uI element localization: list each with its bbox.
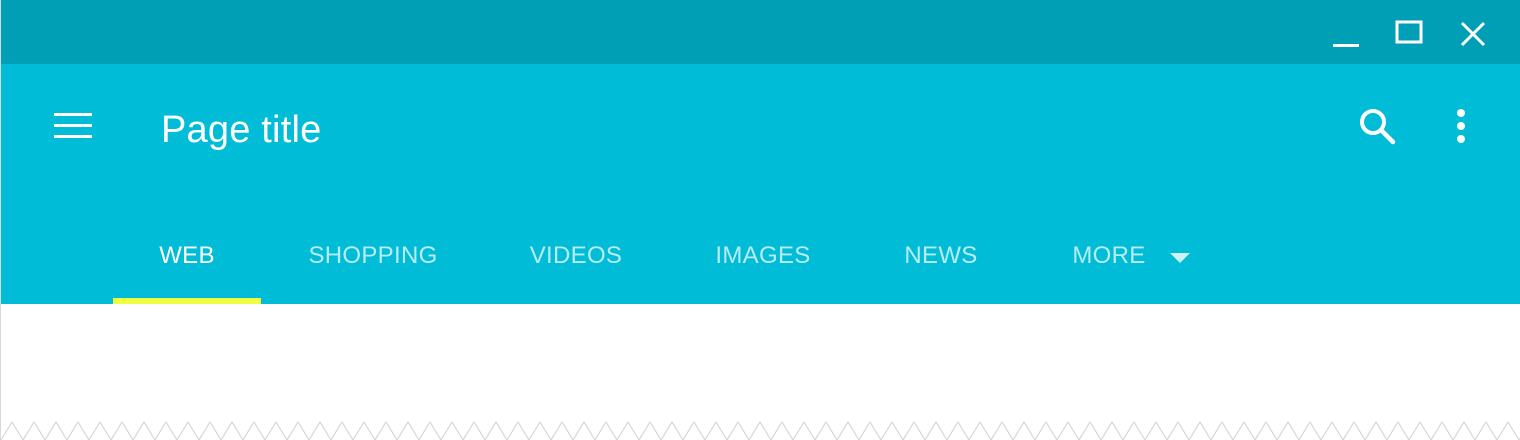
menu-button[interactable] — [49, 104, 97, 152]
torn-edge-divider — [1, 420, 1520, 440]
tab-label: SHOPPING — [308, 242, 438, 269]
tab-label: WEB — [159, 242, 215, 269]
maximize-icon — [1395, 20, 1423, 48]
page-title: Page title — [161, 109, 322, 151]
tab-web[interactable]: WEB — [113, 208, 261, 304]
close-icon — [1459, 20, 1487, 48]
more-vert-icon — [1456, 108, 1466, 149]
arrow-drop-down-icon — [1169, 242, 1190, 270]
tab-label: NEWS — [904, 242, 978, 269]
search-icon — [1358, 107, 1396, 150]
tab-videos[interactable]: VIDEOS — [501, 208, 651, 304]
tab-label: VIDEOS — [529, 242, 623, 269]
tab-label: MORE — [1072, 242, 1146, 269]
more-options-button[interactable] — [1437, 104, 1485, 152]
maximize-button[interactable] — [1389, 14, 1429, 54]
window-titlebar — [1, 0, 1520, 64]
tab-label: IMAGES — [715, 242, 811, 269]
minimize-button[interactable] — [1325, 14, 1365, 54]
tab-more[interactable]: MORE — [1061, 208, 1201, 304]
tab-bar: WEB SHOPPING VIDEOS IMAGES NEWS MORE — [1, 208, 1520, 304]
menu-icon — [54, 112, 92, 145]
tab-shopping[interactable]: SHOPPING — [285, 208, 461, 304]
tab-images[interactable]: IMAGES — [691, 208, 835, 304]
app-window: Page title WEB SHOPPING VIDEOS IMAGES NE… — [0, 0, 1520, 440]
search-button[interactable] — [1353, 104, 1401, 152]
tab-news[interactable]: NEWS — [881, 208, 1001, 304]
close-button[interactable] — [1453, 14, 1493, 54]
minimize-icon — [1331, 20, 1359, 48]
